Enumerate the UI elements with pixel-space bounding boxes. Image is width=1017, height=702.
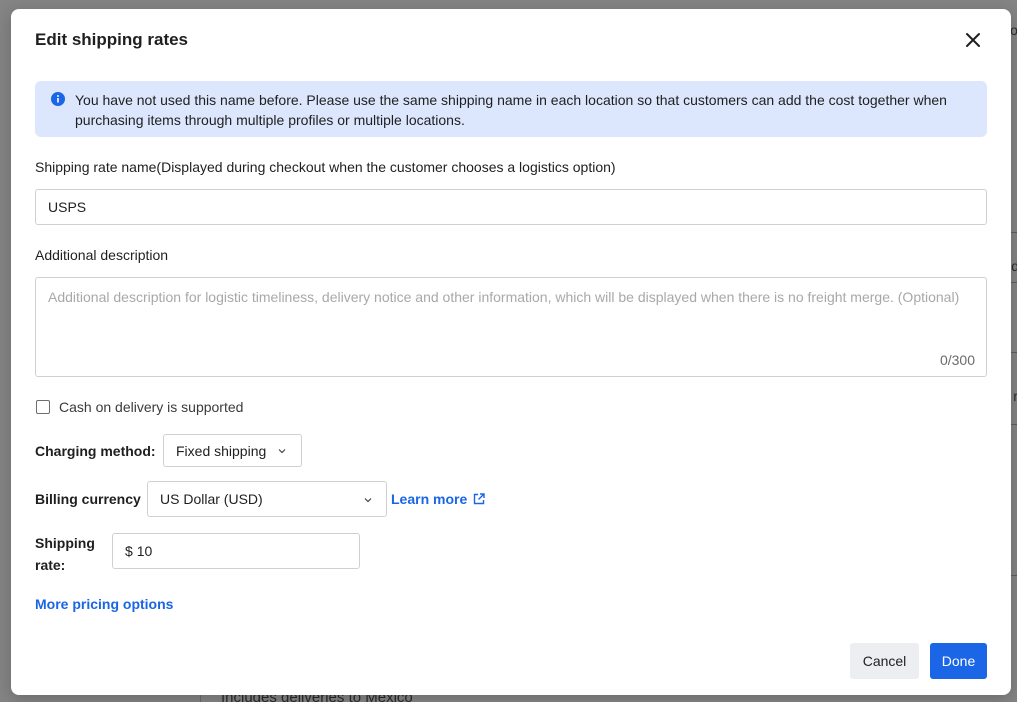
cod-checkbox-label[interactable]: Cash on delivery is supported [59, 399, 243, 415]
cod-checkbox[interactable] [36, 400, 50, 414]
billing-currency-value: US Dollar (USD) [160, 491, 263, 507]
done-button[interactable]: Done [930, 643, 987, 679]
rate-name-input[interactable]: USPS [35, 189, 987, 225]
close-icon [966, 33, 980, 47]
description-label: Additional description [35, 247, 169, 263]
charging-method-value: Fixed shipping [176, 443, 267, 459]
background-divider [1011, 352, 1017, 353]
rate-name-value: USPS [48, 199, 87, 215]
description-char-count: 0/300 [939, 352, 975, 368]
background-divider [1011, 424, 1017, 425]
rate-name-label: Shipping rate name [35, 159, 157, 175]
background-divider [1011, 575, 1017, 576]
info-icon [51, 92, 65, 106]
shipping-rate-label-line2: rate: [35, 557, 66, 573]
charging-method-select[interactable]: Fixed shipping [163, 434, 302, 467]
background-fragment: d [1011, 258, 1017, 274]
rate-name-label-row: Shipping rate name(Displayed during chec… [35, 159, 616, 175]
learn-more-link[interactable]: Learn more [391, 491, 467, 507]
shipping-rate-value: 10 [136, 543, 153, 559]
background-fragment: n [1013, 388, 1017, 404]
background-divider [1011, 232, 1017, 233]
dialog-title: Edit shipping rates [35, 30, 189, 49]
billing-currency-select[interactable]: US Dollar (USD) [147, 481, 387, 517]
chevron-down-icon [364, 498, 372, 503]
background-fragment: ol [1010, 22, 1017, 38]
external-link-icon[interactable] [472, 492, 486, 506]
info-banner: You have not used this name before. Plea… [35, 81, 987, 137]
close-button[interactable] [963, 30, 983, 50]
billing-currency-label: Billing currency [35, 491, 141, 507]
description-textarea[interactable]: Additional description for logistic time… [35, 277, 987, 377]
shipping-rate-value-row: $ 10 [125, 543, 152, 559]
chevron-down-icon [278, 449, 286, 454]
description-placeholder: Additional description for logistic time… [48, 289, 960, 305]
more-pricing-options-link[interactable]: More pricing options [35, 596, 173, 612]
background-divider [1011, 282, 1017, 283]
rate-name-hint: (Displayed during checkout when the cust… [156, 159, 616, 175]
currency-symbol: $ [125, 543, 133, 559]
charging-method-label: Charging method: [35, 443, 156, 459]
shipping-rate-label-line1: Shipping [35, 535, 95, 551]
cancel-button[interactable]: Cancel [850, 643, 919, 679]
info-text: You have not used this name before. Plea… [75, 92, 947, 128]
shipping-rate-input[interactable]: $ 10 [112, 533, 360, 569]
edit-shipping-rates-dialog: Edit shipping rates You have not used th… [11, 9, 1011, 695]
shipping-rate-label: Shipping rate: [35, 532, 95, 576]
